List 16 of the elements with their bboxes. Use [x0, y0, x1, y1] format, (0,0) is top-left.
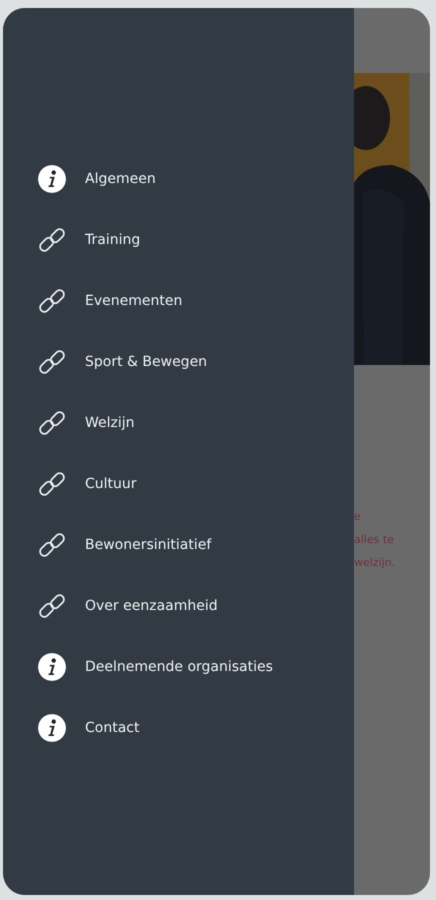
menu-item[interactable]: Contact	[3, 697, 354, 758]
menu-item[interactable]: Evenementen	[3, 270, 354, 331]
body-text: alles te	[354, 532, 395, 548]
menu-item[interactable]: Welzijn	[3, 392, 354, 453]
menu-item[interactable]: Cultuur	[3, 453, 354, 514]
menu-item[interactable]: Bewonersinitiatief	[3, 514, 354, 575]
body-text: e	[354, 509, 362, 525]
menu-item[interactable]: Algemeen	[3, 148, 354, 209]
menu-item[interactable]: Training	[3, 209, 354, 270]
menu-item[interactable]: Over eenzaamheid	[3, 575, 354, 636]
info-icon	[37, 712, 67, 742]
info-icon	[37, 652, 67, 682]
menu-item[interactable]: Deelnemende organisaties	[3, 636, 354, 697]
info-icon	[37, 164, 67, 194]
body-text: welzijn.	[354, 555, 396, 571]
menu-item[interactable]: Sport & Bewegen	[3, 331, 354, 392]
